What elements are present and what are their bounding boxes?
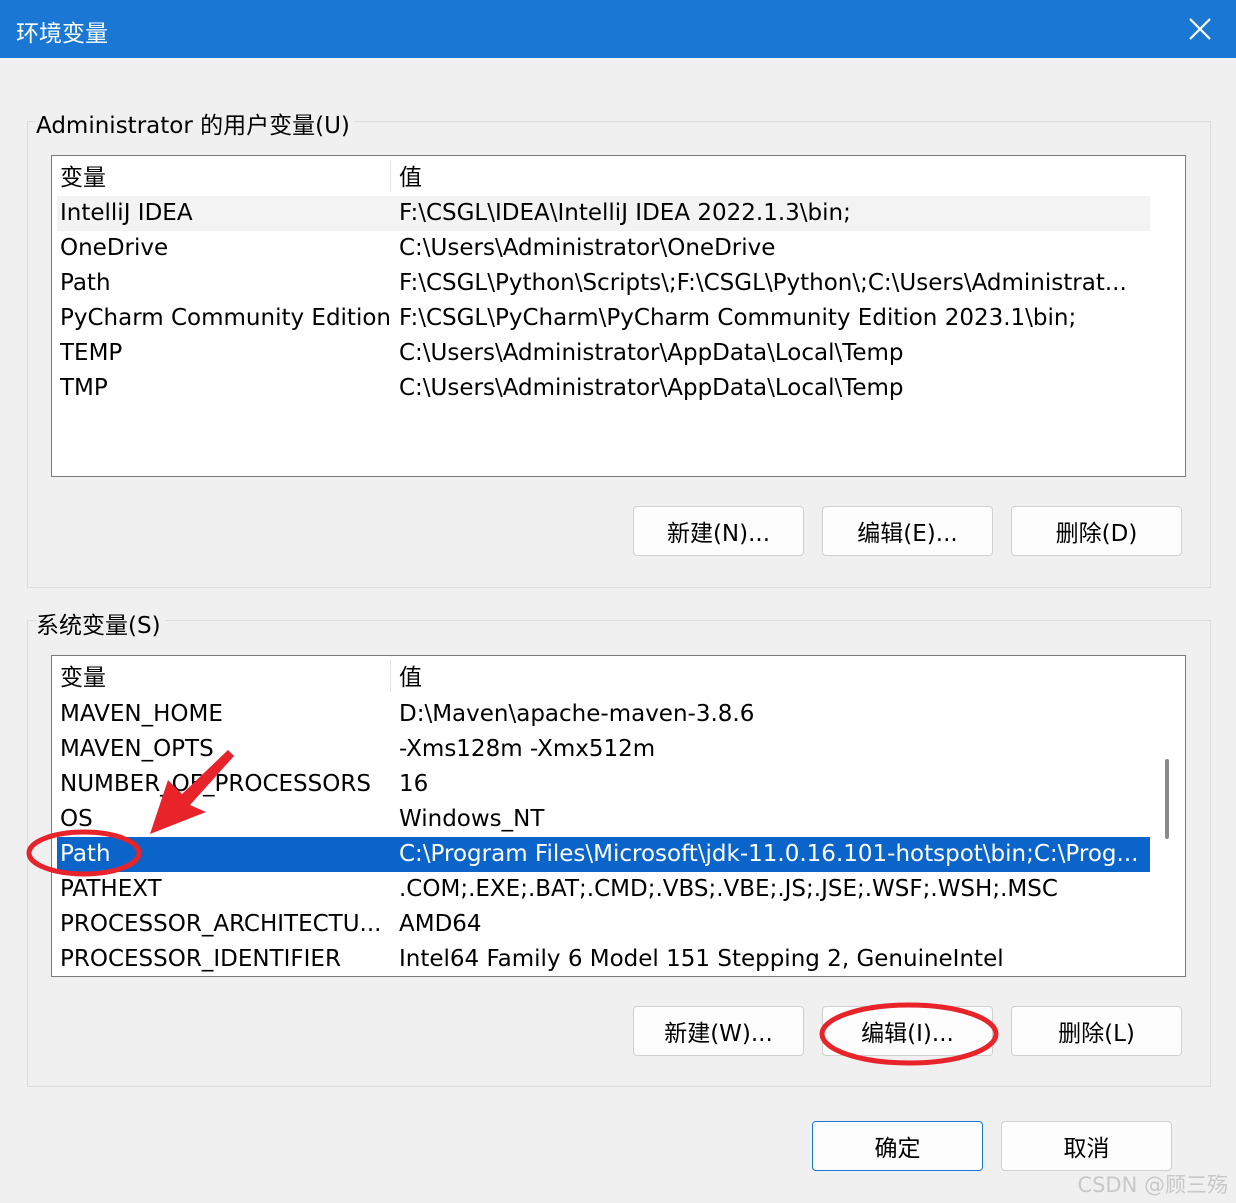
table-row[interactable]: MAVEN_OPTS -Xms128m -Xmx512m [57,732,1150,767]
row-value: 16 [399,771,429,797]
table-row[interactable]: PyCharm Community Edition F:\CSGL\PyChar… [57,301,1150,336]
row-value: F:\CSGL\Python\Scripts\;F:\CSGL\Python\;… [399,270,1127,296]
column-divider[interactable] [390,160,391,192]
table-row[interactable]: PROCESSOR_ARCHITECTU... AMD64 [57,907,1150,942]
row-variable: NUMBER_OF_PROCESSORS [60,771,371,797]
row-value: Intel64 Family 6 Model 151 Stepping 2, G… [399,946,1004,972]
row-value: C:\Program Files\Microsoft\jdk-11.0.16.1… [399,841,1139,867]
table-row[interactable]: OneDrive C:\Users\Administrator\OneDrive [57,231,1150,266]
row-variable: TEMP [60,340,123,366]
scrollbar-thumb[interactable] [1165,759,1169,839]
watermark: CSDN @顾三殇 [1077,1173,1228,1197]
list-header: 变量 值 [57,661,1150,696]
column-header-variable[interactable]: 变量 [60,161,390,196]
column-header-value[interactable]: 值 [399,161,422,196]
row-variable: Path [60,841,111,867]
row-variable: Path [60,270,111,296]
title-bar: 环境变量 [0,0,1236,58]
row-value: C:\Users\Administrator\AppData\Local\Tem… [399,340,904,366]
row-variable: OneDrive [60,235,169,261]
ok-button[interactable]: 确定 [812,1121,983,1171]
row-variable: PROCESSOR_IDENTIFIER [60,946,341,972]
row-value: D:\Maven\apache-maven-3.8.6 [399,701,755,727]
table-row[interactable]: TEMP C:\Users\Administrator\AppData\Loca… [57,336,1150,371]
row-value: F:\CSGL\PyCharm\PyCharm Community Editio… [399,305,1077,331]
row-variable: PROCESSOR_ARCHITECTU... [60,911,382,937]
scrollbar[interactable] [1151,656,1185,976]
table-row-selected[interactable]: Path C:\Program Files\Microsoft\jdk-11.0… [57,837,1150,872]
user-new-button[interactable]: 新建(N)... [633,506,804,556]
close-icon [1189,18,1211,40]
row-value: C:\Users\Administrator\OneDrive [399,235,776,261]
table-row[interactable]: Path F:\CSGL\Python\Scripts\;F:\CSGL\Pyt… [57,266,1150,301]
system-variables-list[interactable]: 变量 值 MAVEN_HOME D:\Maven\apache-maven-3.… [51,655,1186,977]
row-value: C:\Users\Administrator\AppData\Local\Tem… [399,375,904,401]
system-variables-label: 系统变量(S) [36,606,165,640]
row-variable: MAVEN_HOME [60,701,223,727]
system-edit-button[interactable]: 编辑(I)... [822,1006,993,1056]
table-row[interactable]: NUMBER_OF_PROCESSORS 16 [57,767,1150,802]
cancel-button[interactable]: 取消 [1001,1121,1172,1171]
row-variable: OS [60,806,93,832]
row-value: AMD64 [399,911,482,937]
row-value: .COM;.EXE;.BAT;.CMD;.VBS;.VBE;.JS;.JSE;.… [399,876,1058,902]
row-value: F:\CSGL\IDEA\IntelliJ IDEA 2022.1.3\bin; [399,200,851,226]
column-header-variable[interactable]: 变量 [60,661,390,696]
table-row[interactable]: MAVEN_HOME D:\Maven\apache-maven-3.8.6 [57,697,1150,732]
column-divider[interactable] [390,660,391,692]
table-row[interactable]: TMP C:\Users\Administrator\AppData\Local… [57,371,1150,406]
table-row[interactable]: OS Windows_NT [57,802,1150,837]
table-row[interactable]: PROCESSOR_IDENTIFIER Intel64 Family 6 Mo… [57,942,1150,976]
row-value: Windows_NT [399,806,545,832]
row-variable: IntelliJ IDEA [60,200,193,226]
row-variable: TMP [60,375,108,401]
row-variable: PATHEXT [60,876,162,902]
user-edit-button[interactable]: 编辑(E)... [822,506,993,556]
list-header: 变量 值 [57,161,1150,196]
row-value: -Xms128m -Xmx512m [399,736,656,762]
close-button[interactable] [1164,0,1236,58]
table-row[interactable]: IntelliJ IDEA F:\CSGL\IDEA\IntelliJ IDEA… [57,196,1150,231]
user-variables-label: Administrator 的用户变量(U) [36,106,354,140]
table-row[interactable]: PATHEXT .COM;.EXE;.BAT;.CMD;.VBS;.VBE;.J… [57,872,1150,907]
user-delete-button[interactable]: 删除(D) [1011,506,1182,556]
system-new-button[interactable]: 新建(W)... [633,1006,804,1056]
user-variables-list[interactable]: 变量 值 IntelliJ IDEA F:\CSGL\IDEA\IntelliJ… [51,155,1186,477]
row-variable: PyCharm Community Edition [60,305,390,331]
window-title: 环境变量 [16,21,108,47]
row-variable: MAVEN_OPTS [60,736,214,762]
system-delete-button[interactable]: 删除(L) [1011,1006,1182,1056]
column-header-value[interactable]: 值 [399,661,422,696]
